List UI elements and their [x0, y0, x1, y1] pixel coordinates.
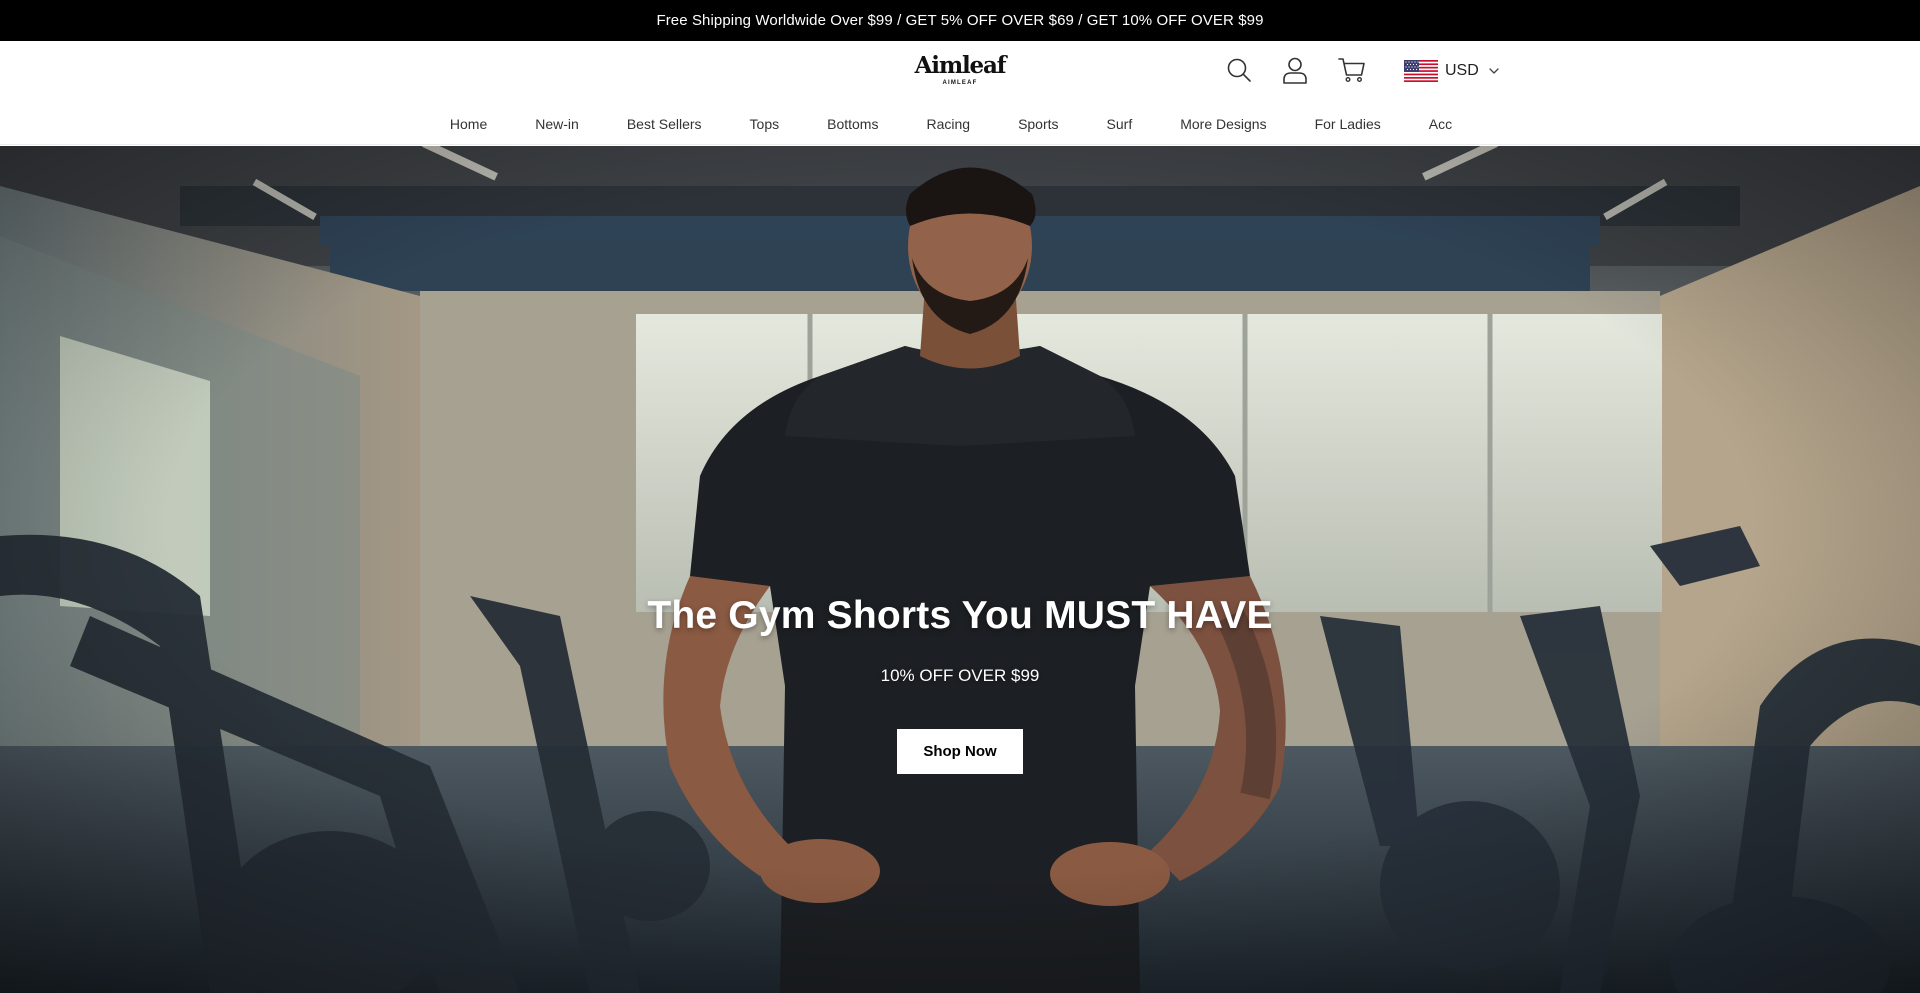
currency-selector[interactable]: USD — [1404, 59, 1499, 83]
hero-title: The Gym Shorts You MUST HAVE — [647, 594, 1273, 637]
logo-wordmark: Aimleaf — [914, 52, 1007, 79]
account-icon — [1283, 57, 1307, 84]
nav-item-acc[interactable]: Acc — [1405, 116, 1476, 132]
cart-icon — [1338, 58, 1365, 83]
logo-subtext: AIMLEAF — [942, 80, 978, 86]
nav-item-bottoms[interactable]: Bottoms — [803, 116, 902, 132]
us-flag-icon — [1404, 60, 1438, 82]
nav-item-for-ladies[interactable]: For Ladies — [1291, 116, 1405, 132]
currency-label: USD — [1445, 62, 1479, 79]
nav-item-surf[interactable]: Surf — [1083, 116, 1157, 132]
chevron-down-icon — [1489, 68, 1499, 74]
nav-item-home[interactable]: Home — [444, 116, 511, 132]
shop-now-button[interactable]: Shop Now — [897, 729, 1023, 774]
nav-item-more-designs[interactable]: More Designs — [1156, 116, 1290, 132]
search-icon — [1227, 58, 1251, 82]
nav-item-best-sellers[interactable]: Best Sellers — [603, 116, 726, 132]
announcement-bar: Free Shipping Worldwide Over $99 / GET 5… — [0, 0, 1920, 41]
hero-banner: The Gym Shorts You MUST HAVE 10% OFF OVE… — [0, 146, 1920, 993]
nav-item-tops[interactable]: Tops — [726, 116, 804, 132]
cart-button[interactable] — [1337, 55, 1367, 85]
account-button[interactable] — [1280, 55, 1310, 85]
site-header: Aimleaf AIMLEAF USD Home New-in Best Sel… — [0, 41, 1920, 145]
hero-background-image — [0, 146, 1920, 993]
announcement-text: Free Shipping Worldwide Over $99 / GET 5… — [656, 12, 1264, 29]
nav-item-new-in[interactable]: New-in — [511, 116, 603, 132]
main-nav: Home New-in Best Sellers Tops Bottoms Ra… — [0, 109, 1920, 139]
search-button[interactable] — [1224, 55, 1254, 85]
hero-subtitle: 10% OFF OVER $99 — [880, 666, 1040, 685]
brand-logo[interactable]: Aimleaf AIMLEAF — [914, 52, 1007, 88]
nav-item-sports[interactable]: Sports — [994, 116, 1082, 132]
nav-item-racing[interactable]: Racing — [902, 116, 994, 132]
